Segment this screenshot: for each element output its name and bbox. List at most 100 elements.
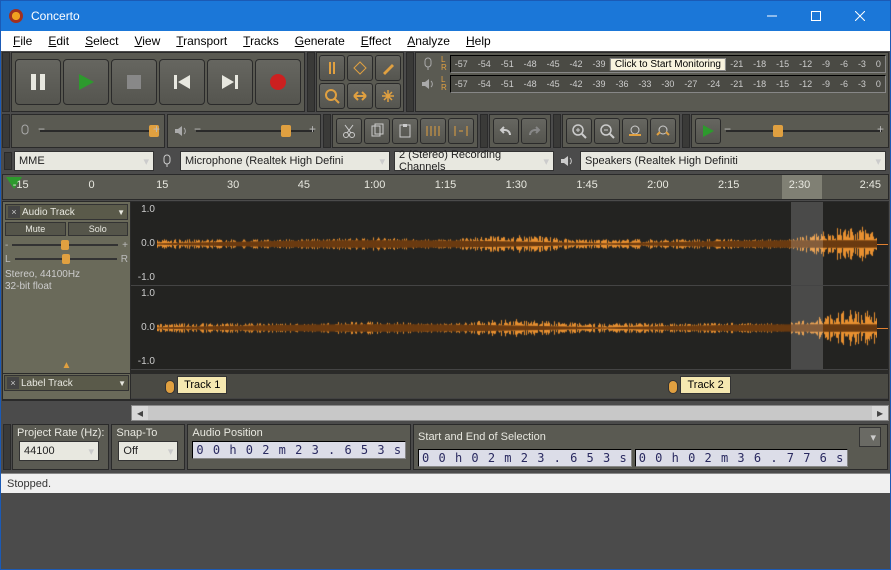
envelope-tool-button[interactable] (347, 55, 373, 81)
toolbar-grip[interactable] (2, 52, 10, 112)
pan-slider[interactable]: LR (5, 252, 128, 266)
project-rate-select[interactable]: 44100▾ (19, 441, 99, 461)
skip-start-button[interactable] (159, 59, 205, 105)
maximize-button[interactable] (794, 1, 838, 31)
snap-to-label: Snap-To (116, 427, 180, 439)
scrollbar-thumb[interactable] (148, 406, 872, 420)
track-name[interactable]: Audio Track (22, 207, 75, 218)
meter-click-label[interactable]: Click to Start Monitoring (610, 58, 726, 71)
close-button[interactable] (838, 1, 882, 31)
minimize-button[interactable] (750, 1, 794, 31)
playback-volume-slider[interactable]: −+ (196, 122, 314, 140)
zoom-out-button[interactable] (594, 118, 620, 144)
solo-button[interactable]: Solo (68, 222, 129, 236)
selection-start-field[interactable]: 0 0 h 0 2 m 2 3 . 6 5 3 s (418, 449, 632, 467)
fit-project-button[interactable] (650, 118, 676, 144)
menu-tracks[interactable]: Tracks (235, 32, 287, 50)
collapse-button[interactable]: ▲ (62, 360, 72, 371)
app-logo (9, 9, 23, 23)
snap-to-select[interactable]: Off▾ (118, 441, 178, 461)
menu-generate[interactable]: Generate (287, 32, 353, 50)
marker-label[interactable]: Track 1 (177, 376, 227, 394)
recording-channels-select[interactable]: 2 (Stereo) Recording Channels▾ (394, 151, 554, 171)
mic-meter-icon[interactable] (417, 54, 439, 74)
zoom-tool-button[interactable] (319, 83, 345, 109)
label-track-area[interactable]: Track 1 Track 2 (131, 374, 888, 398)
menu-transport[interactable]: Transport (168, 32, 235, 50)
menu-file[interactable]: File (5, 32, 40, 50)
skip-end-button[interactable] (207, 59, 253, 105)
selection-tool-button[interactable] (319, 55, 345, 81)
cut-button[interactable] (336, 118, 362, 144)
toolbar-grip[interactable] (3, 424, 11, 470)
scroll-left-button[interactable]: ◂ (132, 406, 148, 420)
speaker-icon (556, 151, 578, 171)
marker-handle-icon[interactable] (668, 380, 678, 394)
waveform-area[interactable]: 1.0 0.0 -1.0 1.0 0.0 -1.0 (131, 202, 888, 373)
playback-device-select[interactable]: Speakers (Realtek High Definiti▾ (580, 151, 886, 171)
marker-label[interactable]: Track 2 (680, 376, 730, 394)
record-button[interactable] (255, 59, 301, 105)
zoom-in-button[interactable] (566, 118, 592, 144)
toolbar-grip[interactable] (480, 114, 488, 148)
track-menu-button[interactable]: ▼ (118, 379, 126, 388)
menu-edit[interactable]: Edit (40, 32, 77, 50)
copy-button[interactable] (364, 118, 390, 144)
undo-button[interactable] (493, 118, 519, 144)
pause-button[interactable] (15, 59, 61, 105)
y-label: -1.0 (133, 356, 155, 367)
label-track-control: ×Label Track ▼ (3, 374, 131, 399)
transport-toolbar (11, 52, 305, 112)
label-marker[interactable]: Track 1 (165, 376, 227, 394)
audio-host-select[interactable]: MME▾ (14, 151, 154, 171)
audio-position-field[interactable]: 0 0 h 0 2 m 2 3 . 6 5 3 s (192, 441, 406, 459)
status-text: Stopped. (7, 478, 51, 490)
mute-button[interactable]: Mute (5, 222, 66, 236)
silence-button[interactable] (448, 118, 474, 144)
recording-meter[interactable]: -57-54-51-48-45-42-39-36-33-30-27-24-21-… (450, 55, 886, 73)
play-at-speed-button[interactable] (695, 118, 721, 144)
timeline-label: 0 (88, 179, 94, 191)
recording-volume-slider[interactable]: −+ (40, 122, 158, 140)
fit-selection-button[interactable] (622, 118, 648, 144)
draw-tool-button[interactable] (375, 55, 401, 81)
toolbar-grip[interactable] (406, 52, 414, 112)
chevron-down-icon: ▾ (373, 155, 385, 168)
redo-button[interactable] (521, 118, 547, 144)
menu-effect[interactable]: Effect (353, 32, 399, 50)
toolbar-grip[interactable] (553, 114, 561, 148)
track-close-button[interactable]: × (8, 206, 20, 218)
menu-select[interactable]: Select (77, 32, 126, 50)
playback-meter[interactable]: -57-54-51-48-45-42-39-36-33-30-27-24-21-… (450, 75, 886, 93)
toolbar-grip[interactable] (307, 52, 315, 112)
track-menu-button[interactable]: ▼ (117, 208, 125, 217)
menu-view[interactable]: View (126, 32, 168, 50)
timeshift-tool-button[interactable] (347, 83, 373, 109)
horizontal-scrollbar[interactable]: ◂ ▸ (131, 405, 889, 421)
speaker-meter-icon[interactable] (417, 74, 439, 94)
menu-help[interactable]: Help (458, 32, 499, 50)
track-name[interactable]: Label Track (21, 378, 73, 389)
play-speed-slider[interactable]: −+ (726, 122, 882, 140)
toolbar-grip[interactable] (4, 152, 12, 170)
trim-button[interactable] (420, 118, 446, 144)
play-button[interactable] (63, 59, 109, 105)
paste-button[interactable] (392, 118, 418, 144)
toolbar-grip[interactable] (2, 114, 10, 148)
scroll-right-button[interactable]: ▸ (872, 406, 888, 420)
multi-tool-button[interactable] (375, 83, 401, 109)
toolbar-grip[interactable] (323, 114, 331, 148)
recording-device-select[interactable]: Microphone (Realtek High Defini▾ (180, 151, 390, 171)
chevron-down-icon: ▾ (537, 155, 549, 168)
gain-slider[interactable]: -+ (5, 238, 128, 252)
toolbar-grip[interactable] (682, 114, 690, 148)
track-close-button[interactable]: × (7, 377, 19, 389)
selection-type-select[interactable]: ▾ (859, 427, 881, 447)
timeline-ruler[interactable]: -1501530451:001:151:301:452:002:152:302:… (2, 174, 889, 200)
label-marker[interactable]: Track 2 (668, 376, 730, 394)
selection-end-field[interactable]: 0 0 h 0 2 m 3 6 . 7 7 6 s (635, 449, 849, 467)
menu-analyze[interactable]: Analyze (399, 32, 458, 50)
meter-lr-label: LR (439, 56, 449, 72)
marker-handle-icon[interactable] (165, 380, 175, 394)
stop-button[interactable] (111, 59, 157, 105)
